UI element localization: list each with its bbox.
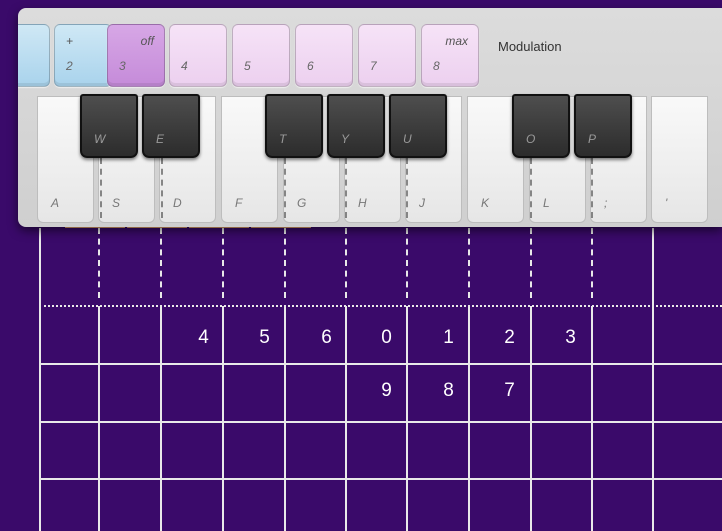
- grid-column-line: [160, 306, 162, 531]
- grid-cell-value[interactable]: 8: [419, 361, 478, 420]
- key-label: L: [543, 196, 550, 210]
- grid-cell-value[interactable]: 0: [357, 308, 416, 367]
- control-key-bottom-label: 2: [66, 59, 73, 73]
- key-label: U: [403, 132, 412, 146]
- modulation-key-6[interactable]: 6: [295, 24, 353, 87]
- grid-cell-value[interactable]: 6: [297, 308, 356, 367]
- control-key-bottom-label: 7: [370, 59, 377, 73]
- black-key-w[interactable]: W: [80, 94, 138, 158]
- musical-typing-keyboard: + 2 off 3 4 5 6 7 max 8 Modulation A S D…: [18, 8, 722, 227]
- key-label: ;: [604, 196, 608, 210]
- grid-column-line: [652, 228, 654, 531]
- grid-border-left: [39, 228, 41, 531]
- black-key-y[interactable]: Y: [327, 94, 385, 158]
- grid-guide-line: [98, 228, 100, 298]
- grid-row-line: [39, 478, 722, 480]
- grid-dotted-row-line: [39, 305, 722, 307]
- key-label: P: [588, 132, 597, 146]
- grid-cell-value[interactable]: 7: [480, 361, 539, 420]
- grid-cell-value[interactable]: 3: [541, 308, 600, 367]
- grid-guide-line: [284, 228, 286, 298]
- key-divider-line: [591, 158, 593, 218]
- black-key-o[interactable]: O: [512, 94, 570, 158]
- key-divider-line: [161, 158, 163, 218]
- note-grid: 4 5 6 0 1 2 3 9 8 7: [39, 228, 722, 531]
- grid-guide-line: [406, 228, 408, 298]
- grid-row-line: [39, 421, 722, 423]
- key-label: H: [358, 196, 367, 210]
- key-label: D: [173, 196, 182, 210]
- grid-cell-value[interactable]: 2: [480, 308, 539, 367]
- black-key-t[interactable]: T: [265, 94, 323, 158]
- modulation-off-key[interactable]: off 3: [107, 24, 165, 87]
- key-label: F: [235, 196, 243, 210]
- grid-guide-line: [530, 228, 532, 298]
- grid-cell-value[interactable]: 5: [235, 308, 294, 367]
- key-divider-line: [530, 158, 532, 218]
- grid-guide-line: [222, 228, 224, 298]
- control-key-bottom-label: 4: [181, 59, 188, 73]
- control-key-top-label: max: [445, 34, 468, 48]
- grid-guide-line: [468, 228, 470, 298]
- key-divider-line: [100, 158, 102, 218]
- octave-down-key[interactable]: [18, 24, 50, 87]
- grid-column-line: [98, 306, 100, 531]
- key-label: E: [156, 132, 165, 146]
- modulation-max-key[interactable]: max 8: [421, 24, 479, 87]
- modulation-key-4[interactable]: 4: [169, 24, 227, 87]
- key-label: J: [419, 196, 425, 210]
- control-key-top-label: +: [66, 34, 74, 48]
- key-label: Y: [341, 132, 350, 146]
- black-key-u[interactable]: U: [389, 94, 447, 158]
- black-key-e[interactable]: E: [142, 94, 200, 158]
- control-key-top-label: off: [140, 34, 154, 48]
- key-label: ': [665, 196, 668, 210]
- key-divider-line: [284, 158, 286, 218]
- octave-up-key[interactable]: + 2: [54, 24, 112, 87]
- key-label: T: [279, 132, 287, 146]
- black-key-p[interactable]: P: [574, 94, 632, 158]
- key-label: K: [481, 196, 490, 210]
- grid-cell-value[interactable]: 9: [357, 361, 416, 420]
- modulation-key-5[interactable]: 5: [232, 24, 290, 87]
- grid-guide-line: [591, 228, 593, 298]
- key-divider-line: [406, 158, 408, 218]
- control-key-bottom-label: 5: [244, 59, 251, 73]
- white-key-quote[interactable]: ': [651, 96, 708, 223]
- grid-guide-line: [345, 228, 347, 298]
- key-label: A: [51, 196, 60, 210]
- grid-cell-value[interactable]: 4: [174, 308, 233, 367]
- control-key-bottom-label: 8: [433, 59, 440, 73]
- control-key-bottom-label: 3: [119, 59, 126, 73]
- grid-guide-line: [160, 228, 162, 298]
- key-label: G: [297, 196, 307, 210]
- key-label: S: [112, 196, 121, 210]
- modulation-label: Modulation: [498, 39, 562, 54]
- key-divider-line: [345, 158, 347, 218]
- control-key-bottom-label: 6: [307, 59, 314, 73]
- key-label: W: [94, 132, 106, 146]
- key-label: O: [526, 132, 536, 146]
- modulation-key-7[interactable]: 7: [358, 24, 416, 87]
- grid-cell-value[interactable]: 1: [419, 308, 478, 367]
